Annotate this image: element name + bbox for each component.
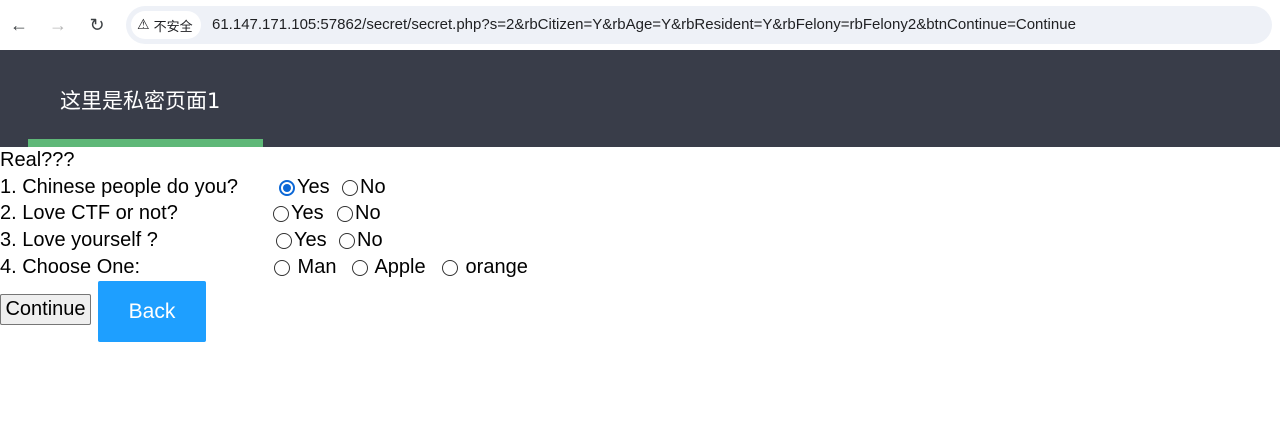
q4-orange-option[interactable]: orange: [442, 254, 528, 281]
url-text[interactable]: 61.147.171.105:57862/secret/secret.php?s…: [212, 16, 1076, 33]
q4-man-radio[interactable]: [274, 259, 290, 276]
q2-no-label: No: [355, 202, 381, 224]
q1-no-label: No: [360, 176, 386, 198]
q3-yes-label: Yes: [294, 229, 327, 251]
q4-man-label: Man: [292, 256, 337, 278]
form-intro: Real???: [0, 149, 75, 171]
q3-yes-option[interactable]: Yes: [276, 227, 327, 254]
q1-no-radio[interactable]: [342, 179, 358, 196]
question-4-label: 4. Choose One:: [0, 256, 141, 278]
q3-no-label: No: [357, 229, 383, 251]
q4-apple-radio[interactable]: [352, 259, 368, 276]
q2-yes-radio[interactable]: [273, 205, 289, 222]
q4-orange-radio[interactable]: [442, 259, 458, 276]
q2-no-radio[interactable]: [337, 205, 353, 222]
q1-yes-label: Yes: [297, 176, 330, 198]
address-bar[interactable]: ⚠ 不安全 61.147.171.105:57862/secret/secret…: [126, 6, 1272, 44]
q4-apple-label: Apple: [370, 256, 426, 278]
continue-button[interactable]: Continue: [0, 294, 91, 325]
active-indicator: [28, 139, 263, 147]
security-label: 不安全: [153, 19, 193, 35]
q1-no-option[interactable]: No: [342, 174, 386, 201]
q4-orange-label: orange: [460, 256, 528, 278]
page-header: 这里是私密页面1: [0, 50, 1280, 147]
arrow-right-icon[interactable]: →: [46, 13, 70, 37]
question-2-label: 2. Love CTF or not?: [0, 202, 178, 224]
q4-man-option[interactable]: Man: [274, 254, 336, 281]
q1-yes-radio[interactable]: [279, 179, 295, 196]
q3-no-radio[interactable]: [339, 232, 355, 249]
security-indicator[interactable]: ⚠ 不安全: [131, 11, 201, 39]
q2-yes-option[interactable]: Yes: [273, 200, 324, 227]
q3-yes-radio[interactable]: [276, 232, 292, 249]
q2-yes-label: Yes: [291, 202, 324, 224]
question-1-label: 1. Chinese people do you?: [0, 176, 238, 198]
q1-yes-option[interactable]: Yes: [279, 174, 330, 201]
page-title: 这里是私密页面1: [60, 89, 221, 113]
q4-apple-option[interactable]: Apple: [352, 254, 426, 281]
q3-no-option[interactable]: No: [339, 227, 383, 254]
reload-icon[interactable]: ↻: [85, 13, 109, 37]
browser-toolbar: ← → ↻ ⚠ 不安全 61.147.171.105:57862/secret/…: [0, 0, 1280, 51]
arrow-left-icon[interactable]: ←: [7, 13, 31, 37]
back-button[interactable]: Back: [98, 281, 206, 342]
warning-icon: ⚠: [137, 17, 150, 33]
q2-no-option[interactable]: No: [337, 200, 381, 227]
question-3-label: 3. Love yourself ?: [0, 229, 158, 251]
